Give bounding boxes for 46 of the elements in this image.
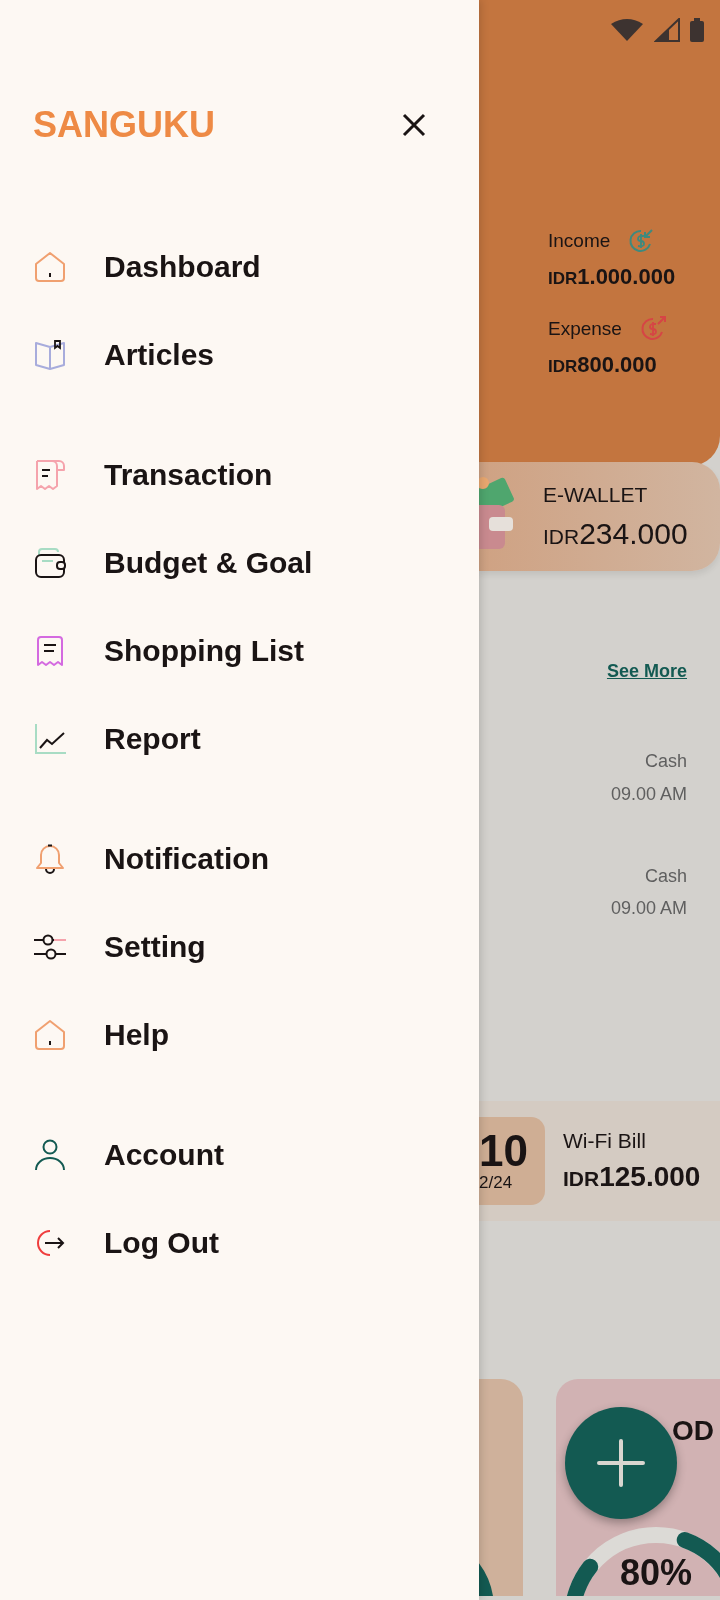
bell-icon bbox=[33, 842, 67, 876]
app-title: SANGUKU bbox=[33, 104, 215, 146]
transaction-time: 09.00 AM bbox=[610, 784, 687, 806]
person-icon bbox=[33, 1138, 67, 1172]
menu-item[interactable]: Setting bbox=[0, 903, 479, 991]
budget-label: OD bbox=[672, 1415, 714, 1447]
bill-day: 10 bbox=[479, 1129, 528, 1173]
wallet-label: E-WALLET bbox=[543, 482, 649, 507]
payment-method: Cash bbox=[644, 751, 687, 773]
menu-item[interactable]: Help bbox=[0, 991, 479, 1079]
menu-item[interactable]: Account bbox=[0, 1111, 479, 1199]
see-more-link[interactable]: See More bbox=[606, 661, 687, 685]
book-icon bbox=[33, 338, 67, 372]
transaction-time: 09.00 AM bbox=[610, 898, 687, 920]
payment-method: Cash bbox=[644, 866, 687, 888]
menu-item[interactable]: Shopping List bbox=[0, 607, 479, 695]
plus-icon bbox=[596, 1438, 646, 1488]
wifi-icon bbox=[610, 18, 644, 42]
battery-icon bbox=[690, 18, 704, 42]
menu-item[interactable]: Articles bbox=[0, 311, 479, 399]
menu-item[interactable]: Log Out bbox=[0, 1199, 479, 1287]
menu-item[interactable]: Budget & Goal bbox=[0, 519, 479, 607]
wallet-icon bbox=[33, 546, 67, 580]
home-icon bbox=[33, 1018, 67, 1052]
line-chart-icon bbox=[33, 722, 67, 756]
bill-name: Wi-Fi Bill bbox=[563, 1129, 647, 1153]
budget-card-edge[interactable] bbox=[479, 1379, 523, 1596]
income-label: Income bbox=[548, 230, 611, 252]
receipt-icon bbox=[33, 458, 67, 492]
bill-amount: IDR125.000 bbox=[563, 1161, 701, 1193]
wallet-balance: IDR234.000 bbox=[543, 516, 688, 551]
ring-arc-drawing bbox=[479, 1561, 496, 1596]
menu-item[interactable]: Notification bbox=[0, 815, 479, 903]
wallet-card[interactable]: E-WALLET IDR234.000 bbox=[479, 462, 720, 571]
bill-date: 2/24 bbox=[479, 1173, 513, 1193]
signal-icon bbox=[654, 18, 680, 42]
menu-item[interactable]: Report bbox=[0, 695, 479, 783]
budget-percent: 80% bbox=[620, 1552, 693, 1594]
expense-label: Expense bbox=[548, 318, 622, 340]
bill-card[interactable]: 10 2/24 Wi-Fi Bill IDR125.000 bbox=[479, 1101, 720, 1221]
income-amount: IDR1.000.000 bbox=[548, 264, 677, 290]
expense-icon bbox=[639, 315, 668, 343]
home-icon bbox=[33, 250, 67, 284]
expense-amount: IDR800.000 bbox=[548, 352, 658, 378]
menu-item[interactable]: Transaction bbox=[0, 431, 479, 519]
menu-item[interactable]: Dashboard bbox=[0, 223, 479, 311]
